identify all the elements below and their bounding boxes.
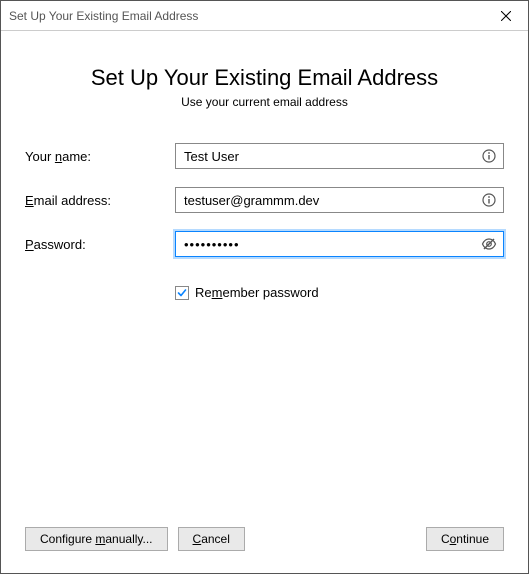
email-input-wrap: [175, 187, 504, 213]
page-subheading: Use your current email address: [25, 95, 504, 109]
info-icon[interactable]: [480, 191, 498, 209]
remember-row[interactable]: Remember password: [175, 285, 504, 300]
close-button[interactable]: [483, 1, 528, 31]
close-icon: [501, 11, 511, 21]
email-input[interactable]: [175, 187, 504, 213]
password-label: Password:: [25, 237, 175, 252]
name-input[interactable]: [175, 143, 504, 169]
dialog-content: Set Up Your Existing Email Address Use y…: [1, 31, 528, 573]
info-icon[interactable]: [480, 147, 498, 165]
continue-button[interactable]: Continue: [426, 527, 504, 551]
email-label: Email address:: [25, 193, 175, 208]
titlebar: Set Up Your Existing Email Address: [1, 1, 528, 31]
row-password: Password:: [25, 231, 504, 257]
password-input[interactable]: [175, 231, 504, 257]
check-icon: [177, 288, 187, 298]
form: Your name: Email address:: [25, 143, 504, 300]
eye-off-icon[interactable]: [480, 235, 498, 253]
page-heading: Set Up Your Existing Email Address: [25, 65, 504, 91]
name-input-wrap: [175, 143, 504, 169]
password-input-wrap: [175, 231, 504, 257]
remember-label: Remember password: [195, 285, 319, 300]
name-label: Your name:: [25, 149, 175, 164]
cancel-button[interactable]: Cancel: [178, 527, 245, 551]
row-email: Email address:: [25, 187, 504, 213]
remember-checkbox[interactable]: [175, 286, 189, 300]
configure-manually-button[interactable]: Configure manually...: [25, 527, 168, 551]
dialog-footer: Configure manually... Cancel Continue: [25, 517, 504, 563]
row-name: Your name:: [25, 143, 504, 169]
dialog-window: Set Up Your Existing Email Address Set U…: [0, 0, 529, 574]
window-title: Set Up Your Existing Email Address: [9, 9, 198, 23]
